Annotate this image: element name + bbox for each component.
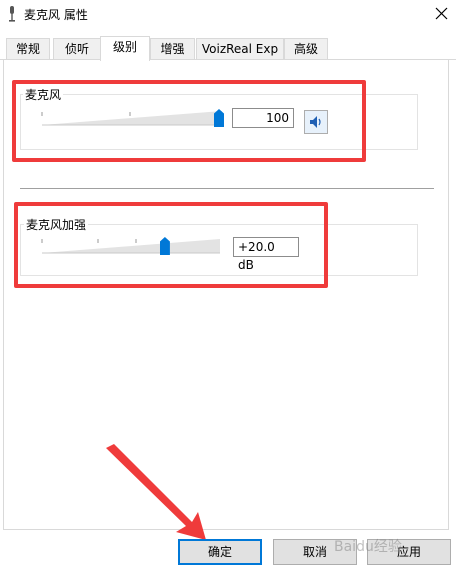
tab-voizreal[interactable]: VoizReal Exp bbox=[196, 38, 284, 60]
annotation-arrow bbox=[106, 444, 206, 540]
window-title: 麦克风 属性 bbox=[24, 8, 88, 22]
annotation-box-microphone bbox=[12, 80, 366, 162]
close-icon bbox=[435, 7, 448, 20]
tab-enhancements[interactable]: 增强 bbox=[150, 38, 195, 60]
ok-button[interactable]: 确定 bbox=[178, 539, 262, 565]
annotation-box-boost bbox=[14, 202, 328, 288]
section-divider bbox=[20, 188, 434, 189]
title-bar: 麦克风 属性 bbox=[0, 0, 456, 30]
microphone-icon bbox=[9, 6, 15, 22]
tab-advanced[interactable]: 高级 bbox=[284, 38, 328, 60]
tab-listen[interactable]: 侦听 bbox=[53, 38, 101, 60]
tab-general[interactable]: 常规 bbox=[6, 38, 50, 60]
tab-strip: 常规 侦听 级别 增强 VoizReal Exp 高级 bbox=[0, 36, 456, 61]
watermark: Baidu经验 bbox=[334, 539, 402, 555]
tab-levels[interactable]: 级别 bbox=[100, 36, 150, 61]
close-button[interactable] bbox=[426, 2, 456, 26]
